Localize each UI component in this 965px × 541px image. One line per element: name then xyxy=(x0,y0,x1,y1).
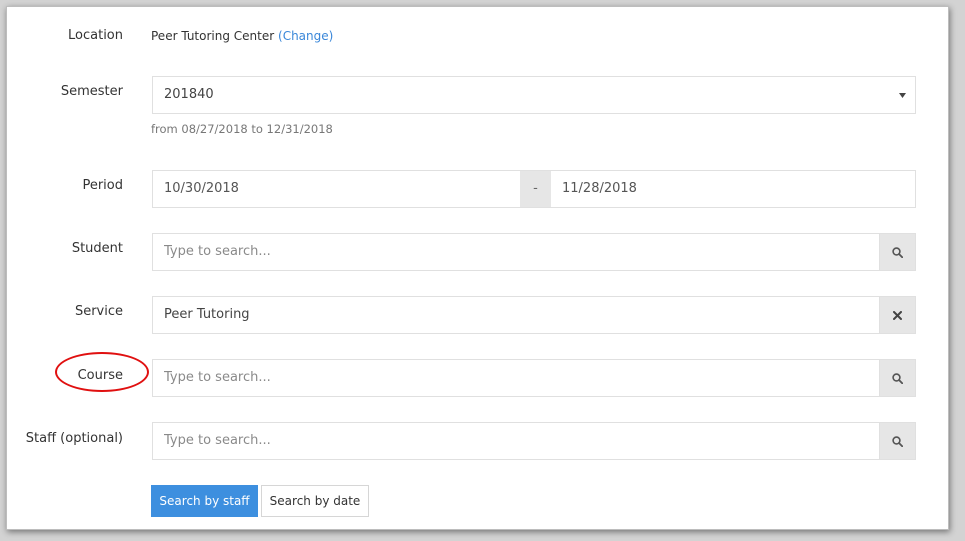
course-search-group xyxy=(152,359,916,397)
service-field-group: Peer Tutoring xyxy=(152,296,916,334)
period-end-date-input[interactable] xyxy=(551,171,915,207)
student-search-button[interactable] xyxy=(879,234,915,270)
period-label: Period xyxy=(82,178,123,193)
student-search-group xyxy=(152,233,916,271)
staff-search-group xyxy=(152,422,916,460)
search-icon xyxy=(892,435,903,447)
location-value-group: Peer Tutoring Center (Change) xyxy=(151,29,333,43)
course-search-input[interactable] xyxy=(153,360,879,396)
semester-select[interactable]: 201840 xyxy=(152,76,916,114)
staff-label: Staff (optional) xyxy=(25,431,123,446)
search-icon xyxy=(892,372,903,384)
staff-search-input[interactable] xyxy=(153,423,879,459)
period-range-group: - xyxy=(152,170,916,208)
service-clear-button[interactable] xyxy=(879,297,915,333)
search-by-date-button[interactable]: Search by date xyxy=(261,485,369,517)
search-icon xyxy=(892,246,903,258)
service-label: Service xyxy=(74,304,123,319)
course-search-button[interactable] xyxy=(879,360,915,396)
location-value: Peer Tutoring Center xyxy=(151,29,275,43)
semester-selected-value: 201840 xyxy=(164,87,214,102)
period-separator: - xyxy=(520,171,551,207)
close-icon xyxy=(893,310,902,320)
search-form-panel: Location Peer Tutoring Center (Change) S… xyxy=(6,6,949,530)
caret-down-icon xyxy=(899,93,906,98)
course-label: Course xyxy=(77,368,123,383)
search-by-staff-button[interactable]: Search by staff xyxy=(151,485,258,517)
semester-date-range-hint: from 08/27/2018 to 12/31/2018 xyxy=(151,122,333,136)
period-start-date-input[interactable] xyxy=(153,171,520,207)
student-search-input[interactable] xyxy=(153,234,879,270)
staff-search-button[interactable] xyxy=(879,423,915,459)
semester-label: Semester xyxy=(60,84,123,99)
change-location-link[interactable]: (Change) xyxy=(278,29,333,43)
location-label: Location xyxy=(68,28,123,43)
student-label: Student xyxy=(71,241,123,256)
service-selected-value: Peer Tutoring xyxy=(164,307,250,322)
